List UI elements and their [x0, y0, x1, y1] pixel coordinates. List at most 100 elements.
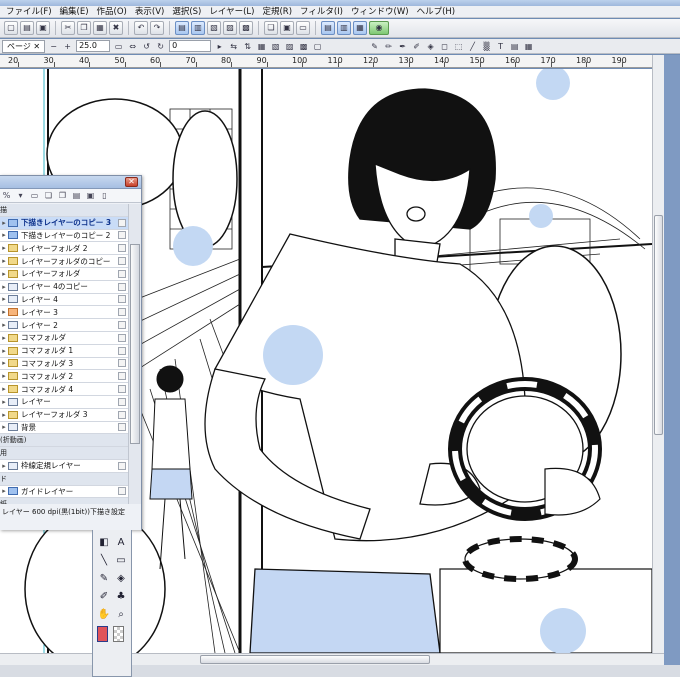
pattern-tool-icon[interactable]: ▤	[509, 41, 520, 52]
layer-toggle-icon[interactable]	[118, 397, 126, 406]
transparent-color-swatch[interactable]	[113, 626, 124, 642]
layer-row[interactable]: ▸ レイヤー 3	[0, 306, 128, 320]
layer-palette-titlebar[interactable]: ✕	[0, 176, 141, 189]
redo-icon[interactable]: ↷	[150, 21, 164, 35]
layer-toggle-icon[interactable]	[118, 321, 126, 330]
expand-icon[interactable]: ▸	[0, 398, 8, 406]
layer-toggle-icon[interactable]	[118, 218, 126, 227]
expand-icon[interactable]: ▸	[0, 487, 8, 495]
expand-icon[interactable]: ▸	[0, 257, 8, 265]
text-tool-icon[interactable]: T	[495, 41, 506, 52]
horizontal-scroll-thumb[interactable]	[200, 655, 430, 664]
expand-icon[interactable]: ▸	[0, 372, 8, 380]
zoom-out-icon[interactable]: −	[48, 41, 59, 52]
layer-row[interactable]: ▸ 下描きレイヤーのコピー 2	[0, 229, 128, 243]
stamp-tool-icon[interactable]: ♣	[114, 590, 128, 604]
window-tile-icon[interactable]: ▥	[337, 21, 351, 35]
layer-toggle-icon[interactable]	[118, 359, 126, 368]
cut-icon[interactable]: ✂	[61, 21, 75, 35]
marker-tool-icon[interactable]: ✐	[411, 41, 422, 52]
layer-row[interactable]: ▸ 背景	[0, 421, 128, 435]
pen-tool-icon[interactable]: ✎	[369, 41, 380, 52]
new-layer-icon[interactable]: ▭	[29, 190, 40, 201]
foreground-color-swatch[interactable]	[97, 626, 108, 642]
layer-toggle-icon[interactable]	[118, 244, 126, 253]
menu-filter[interactable]: フィルタ(I)	[296, 6, 347, 18]
layer-row[interactable]: ▸ レイヤーフォルダのコピー	[0, 255, 128, 268]
layer-row[interactable]: ▸ レイヤーフォルダ	[0, 267, 128, 281]
brush-tool-icon[interactable]: ✒	[397, 41, 408, 52]
vertical-scroll-thumb[interactable]	[654, 215, 663, 435]
layer-toggle-icon[interactable]	[118, 372, 126, 381]
tab-page[interactable]: ページ ✕	[2, 39, 46, 53]
layer-row[interactable]: ▸ コマフォルダ	[0, 331, 128, 345]
fill-tool-icon[interactable]: ◈	[114, 572, 128, 586]
online-icon[interactable]: ◉	[369, 21, 389, 35]
rotation-input[interactable]: 0	[169, 40, 212, 52]
eraser-tool-icon[interactable]: ◻	[439, 41, 450, 52]
menu-work[interactable]: 作品(O)	[93, 6, 131, 18]
rotate-reset-icon[interactable]: ▸	[214, 41, 225, 52]
menu-edit[interactable]: 編集(E)	[56, 6, 93, 18]
save-icon[interactable]: ▣	[36, 21, 50, 35]
layer-row[interactable]: ▸ レイヤーフォルダ 2	[0, 242, 128, 256]
lock-icon[interactable]: ▣	[85, 190, 96, 201]
expand-icon[interactable]: ▸	[0, 283, 8, 291]
layer-row[interactable]: ▸ コマフォルダ 4	[0, 383, 128, 396]
layer-toggle-icon[interactable]	[118, 333, 126, 342]
zoom-tool-icon[interactable]: ⌕	[114, 608, 128, 622]
snap-frame-icon[interactable]: ▩	[298, 41, 309, 52]
layer-row[interactable]: ▸ レイヤー 2	[0, 319, 128, 332]
expand-icon[interactable]: ▸	[0, 231, 8, 239]
rectangle-tool-icon[interactable]: ▭	[114, 554, 128, 568]
gradient-tool-icon[interactable]: ◧	[97, 536, 111, 550]
layer-delete-icon[interactable]: ▩	[239, 21, 253, 35]
expand-icon[interactable]: ▸	[0, 219, 8, 227]
folder-icon[interactable]: ❏	[264, 21, 278, 35]
layer-toggle-icon[interactable]	[118, 308, 126, 317]
expand-icon[interactable]: ▸	[0, 359, 8, 367]
layer-row[interactable]: ▸ コマフォルダ 2	[0, 370, 128, 384]
layer-toggle-icon[interactable]	[118, 385, 126, 394]
layer-toggle-icon[interactable]	[118, 295, 126, 304]
layer-copy-icon[interactable]: ▧	[207, 21, 221, 35]
ruler-icon[interactable]: ▭	[296, 21, 310, 35]
flip-horizontal-icon[interactable]: ⇆	[228, 41, 239, 52]
window-cascade-icon[interactable]: ▦	[353, 21, 367, 35]
hand-tool-icon[interactable]: ✋	[97, 608, 111, 622]
layer-row[interactable]: ▸ 枠線定規レイヤー	[0, 459, 128, 473]
snap-grid-icon[interactable]: ▦	[256, 41, 267, 52]
layer-new-icon[interactable]: ▥	[191, 21, 205, 35]
expand-icon[interactable]: ▸	[0, 423, 8, 431]
expand-icon[interactable]: ▸	[0, 270, 8, 278]
tone-tool-icon[interactable]: ▒	[481, 41, 492, 52]
menu-ruler[interactable]: 定規(R)	[258, 6, 296, 18]
expand-icon[interactable]: ▸	[0, 244, 8, 252]
layer-toggle-icon[interactable]	[118, 269, 126, 278]
pen-tool-icon[interactable]: ✎	[97, 572, 111, 586]
text-tool-icon[interactable]: A	[114, 536, 128, 550]
layer-row[interactable]: ▸ レイヤー	[0, 395, 128, 409]
expand-icon[interactable]: ▸	[0, 334, 8, 342]
zoom-in-icon[interactable]: +	[62, 41, 73, 52]
menu-file[interactable]: ファイル(F)	[2, 6, 56, 18]
copy-icon[interactable]: ❐	[77, 21, 91, 35]
menu-view[interactable]: 表示(V)	[131, 6, 168, 18]
layer-toggle-icon[interactable]	[118, 282, 126, 291]
paste-icon[interactable]: ▦	[93, 21, 107, 35]
chevron-down-icon[interactable]: ▾	[15, 190, 26, 201]
layer-row[interactable]: ▸ レイヤー 4	[0, 293, 128, 307]
layer-row[interactable]: ▸ コマフォルダ 1	[0, 344, 128, 358]
fit-width-icon[interactable]: ⇔	[127, 41, 138, 52]
expand-icon[interactable]: ▸	[0, 462, 8, 470]
expand-icon[interactable]: ▸	[0, 321, 8, 329]
new-file-icon[interactable]: ▢	[4, 21, 18, 35]
layer-toggle-icon[interactable]	[118, 461, 126, 470]
vertical-scrollbar[interactable]	[652, 55, 664, 653]
layer-merge-icon[interactable]: ▨	[223, 21, 237, 35]
image-icon[interactable]: ▣	[280, 21, 294, 35]
undo-icon[interactable]: ↶	[134, 21, 148, 35]
flip-vertical-icon[interactable]: ⇅	[242, 41, 253, 52]
layer-row[interactable]: ▸ コマフォルダ 3	[0, 357, 128, 371]
layer-toggle-icon[interactable]	[118, 346, 126, 355]
